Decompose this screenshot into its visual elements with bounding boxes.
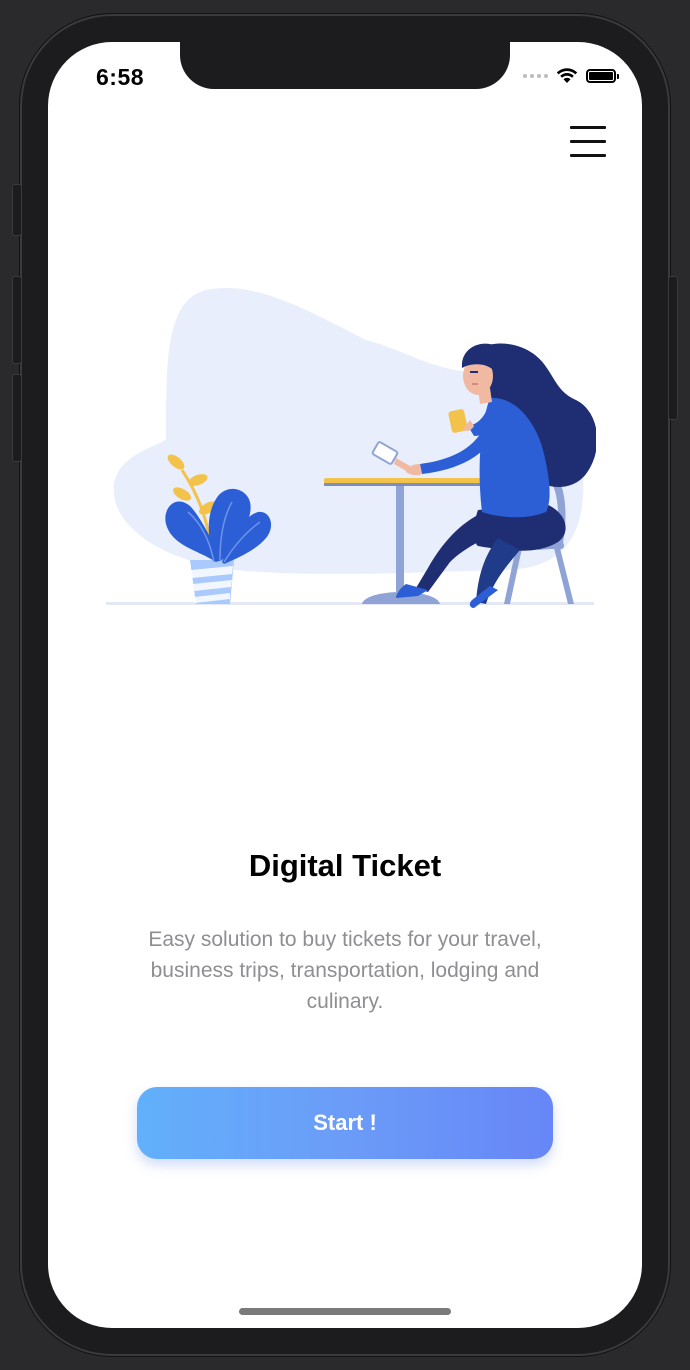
wifi-icon: [556, 68, 578, 83]
battery-icon: [586, 69, 619, 83]
notch: [180, 42, 510, 89]
onboarding-description: Easy solution to buy tickets for your tr…: [148, 928, 542, 1013]
app-screen: 6:58 Digital Ticket Easy solution to buy…: [48, 42, 642, 1328]
volume-up-button: [12, 276, 22, 364]
start-button-label: Start !: [313, 1110, 377, 1135]
table-leg: [396, 486, 404, 592]
cellular-signal-icon: [523, 74, 548, 78]
start-button[interactable]: Start !: [137, 1087, 553, 1159]
woman-at-cafe-table-illustration: [106, 288, 596, 608]
floor-line: [106, 602, 594, 605]
volume-down-button: [12, 374, 22, 462]
status-time: 6:58: [96, 64, 145, 90]
status-icons: [523, 68, 619, 84]
silent-switch: [12, 184, 22, 236]
home-indicator[interactable]: [239, 1308, 451, 1315]
onboarding-title: Digital Ticket: [248, 848, 442, 883]
power-button: [668, 276, 678, 420]
hamburger-menu-icon[interactable]: [570, 126, 608, 160]
